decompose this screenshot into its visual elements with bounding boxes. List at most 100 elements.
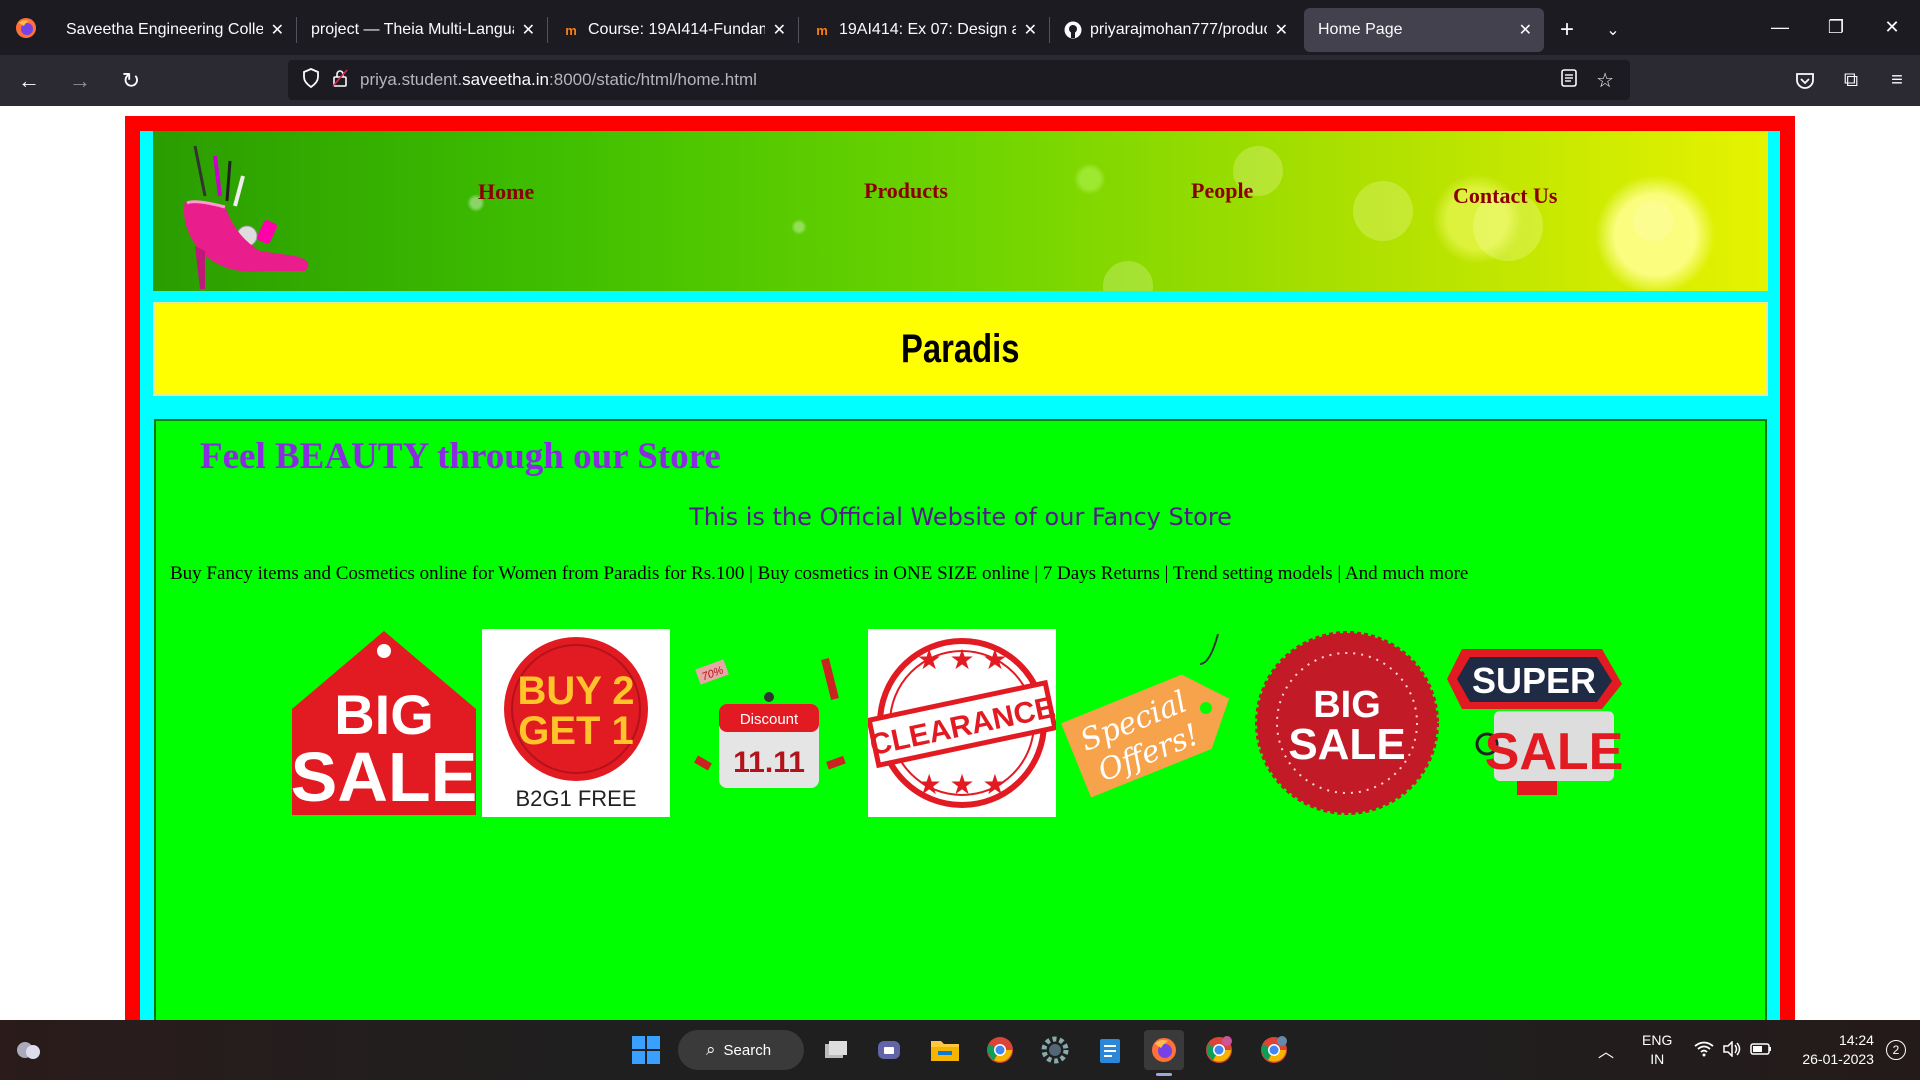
nav-home[interactable]: Home bbox=[478, 179, 534, 205]
site-title: Paradis bbox=[901, 326, 1020, 371]
clock-date: 26-01-2023 bbox=[1802, 1051, 1874, 1067]
clearance-stamp-image: ★ ★ ★ ★ ★ ★ CLEARANCE bbox=[868, 629, 1056, 817]
badge-text: SALE bbox=[1288, 720, 1405, 769]
badge-text: SALE bbox=[1485, 723, 1624, 781]
heels-cosmetics-logo bbox=[184, 145, 309, 289]
notification-count-badge[interactable]: 2 bbox=[1885, 1040, 1906, 1060]
main-content: Feel BEAUTY through our Store This is th… bbox=[154, 419, 1767, 1020]
chrome-profile-icon[interactable] bbox=[1254, 1030, 1294, 1070]
pocket-icon[interactable] bbox=[1782, 61, 1828, 101]
shield-icon[interactable] bbox=[302, 67, 320, 93]
tab-title: Home Page bbox=[1318, 21, 1403, 38]
badge-text: BUY 2 bbox=[517, 669, 634, 713]
list-all-tabs-icon[interactable]: ⌄ bbox=[1590, 8, 1636, 52]
nav-people[interactable]: People bbox=[1191, 178, 1253, 204]
site-header: Home Products People Contact Us bbox=[153, 131, 1768, 291]
clock[interactable]: 14:24 26-01-2023 bbox=[1802, 1031, 1874, 1069]
system-tray: ︿ ENG IN 14:24 26-01-2023 2 bbox=[1598, 1020, 1906, 1080]
super-sale-image: SUPER SALE bbox=[1442, 629, 1630, 817]
battery-icon[interactable] bbox=[1750, 1042, 1772, 1059]
badge-text: B2G1 FREE bbox=[515, 786, 636, 811]
github-icon bbox=[1064, 21, 1082, 39]
discount-calendar-image: 70% Discount 11.11 bbox=[675, 629, 863, 817]
close-tab-icon[interactable]: ✕ bbox=[1275, 20, 1288, 40]
badge-text: 11.11 bbox=[733, 746, 805, 779]
task-view-icon[interactable] bbox=[816, 1030, 856, 1070]
weather-widget-icon[interactable] bbox=[8, 1030, 48, 1070]
taskbar-search-label: Search bbox=[723, 1041, 772, 1059]
browser-tab-bar: Saveetha Engineering College ✕ project —… bbox=[0, 0, 1920, 55]
back-icon[interactable]: ← bbox=[7, 61, 51, 101]
chrome-icon[interactable] bbox=[980, 1030, 1020, 1070]
big-sale-seal-image: BIG SALE bbox=[1253, 629, 1441, 817]
close-tab-icon[interactable]: ✕ bbox=[1024, 20, 1037, 40]
restore-icon[interactable]: ❐ bbox=[1808, 0, 1864, 55]
region-code: IN bbox=[1650, 1051, 1665, 1067]
app-menu-icon[interactable]: ≡ bbox=[1874, 61, 1920, 101]
close-tab-icon[interactable]: ✕ bbox=[271, 20, 284, 40]
sub-heading: This is the Official Website of our Fanc… bbox=[689, 503, 1232, 531]
browser-tab-active[interactable]: Home Page ✕ bbox=[1304, 8, 1544, 52]
browser-nav-bar: ← → ↻ priya.student.saveetha.in:8000/sta… bbox=[0, 55, 1920, 106]
badge-text: BIG bbox=[334, 683, 434, 746]
show-hidden-icons-icon[interactable]: ︿ bbox=[1598, 1038, 1614, 1062]
badge-text: SUPER bbox=[1472, 660, 1596, 701]
teams-chat-icon[interactable] bbox=[870, 1030, 910, 1070]
search-icon: ⌕ bbox=[706, 1040, 716, 1059]
browser-tab[interactable]: project — Theia Multi-Language ✕ bbox=[297, 8, 547, 52]
taskbar-search[interactable]: ⌕ Search bbox=[678, 1030, 804, 1070]
forward-icon[interactable]: → bbox=[58, 61, 102, 101]
close-tab-icon[interactable]: ✕ bbox=[1519, 20, 1532, 40]
reader-view-icon[interactable] bbox=[1560, 68, 1578, 92]
extensions-icon[interactable]: ⧉ bbox=[1828, 61, 1874, 101]
tab-title: Saveetha Engineering College bbox=[66, 21, 263, 38]
browser-tab[interactable]: m 19AI414: Ex 07: Design a We ✕ bbox=[799, 8, 1049, 52]
close-tab-icon[interactable]: ✕ bbox=[522, 20, 535, 40]
badge-text: Discount bbox=[740, 711, 799, 728]
browser-tab[interactable]: priyarajmohan777/productw ✕ bbox=[1050, 8, 1300, 52]
language-code: ENG bbox=[1642, 1032, 1673, 1048]
windows-start-icon[interactable] bbox=[626, 1030, 666, 1070]
buy2get1-image: BUY 2 GET 1 B2G1 FREE bbox=[482, 629, 670, 817]
clock-time: 14:24 bbox=[1838, 1032, 1874, 1048]
tab-title: priyarajmohan777/productw bbox=[1090, 21, 1267, 38]
special-offers-tag-image: Special Offers! bbox=[1060, 629, 1248, 817]
address-bar[interactable]: priya.student.saveetha.in:8000/static/ht… bbox=[288, 60, 1630, 100]
settings-gear-icon[interactable] bbox=[1035, 1030, 1075, 1070]
moodle-icon: m bbox=[816, 22, 828, 38]
new-tab-icon[interactable]: + bbox=[1544, 8, 1590, 52]
svg-text:★ ★ ★: ★ ★ ★ bbox=[917, 769, 1008, 800]
store-description: Buy Fancy items and Cosmetics online for… bbox=[170, 563, 1469, 584]
close-tab-icon[interactable]: ✕ bbox=[773, 20, 786, 40]
url-text: priya.student.saveetha.in:8000/static/ht… bbox=[360, 70, 757, 89]
toolbar-right: ⧉ ≡ bbox=[1782, 55, 1920, 106]
close-window-icon[interactable]: ✕ bbox=[1864, 0, 1920, 55]
tab-title: Course: 19AI414-Fundament bbox=[588, 21, 765, 38]
minimize-icon[interactable]: — bbox=[1752, 0, 1808, 55]
tab-title: 19AI414: Ex 07: Design a We bbox=[839, 21, 1016, 38]
language-indicator[interactable]: ENG IN bbox=[1642, 1031, 1672, 1069]
chrome-profile-icon[interactable] bbox=[1199, 1030, 1239, 1070]
nav-products[interactable]: Products bbox=[864, 178, 948, 204]
volume-icon[interactable] bbox=[1722, 1039, 1742, 1060]
window-controls: — ❐ ✕ bbox=[1752, 0, 1920, 55]
lock-icon[interactable] bbox=[332, 68, 348, 92]
offer-images-row: BIG SALE BUY 2 GET 1 B2G1 FREE 70% Disco… bbox=[290, 629, 1630, 817]
nav-contact-us[interactable]: Contact Us bbox=[1453, 183, 1558, 209]
windows-taskbar: ⌕ Search ︿ ENG IN 14:24 26-01-2023 2 bbox=[0, 1020, 1920, 1080]
main-heading: Feel BEAUTY through our Store bbox=[200, 436, 721, 477]
active-indicator bbox=[1156, 1073, 1172, 1076]
web-page: Home Products People Contact Us Paradis … bbox=[0, 106, 1920, 1020]
file-explorer-icon[interactable] bbox=[925, 1030, 965, 1070]
firefox-menu-icon[interactable] bbox=[0, 0, 52, 55]
wifi-icon[interactable] bbox=[1694, 1041, 1714, 1060]
browser-tab[interactable]: Saveetha Engineering College ✕ bbox=[52, 8, 296, 52]
site-title-banner: Paradis bbox=[153, 302, 1768, 396]
notepad-icon[interactable] bbox=[1090, 1030, 1130, 1070]
browser-tab[interactable]: m Course: 19AI414-Fundament ✕ bbox=[548, 8, 798, 52]
firefox-taskbar-icon[interactable] bbox=[1144, 1030, 1184, 1076]
bookmark-star-icon[interactable]: ☆ bbox=[1596, 68, 1614, 93]
reload-icon[interactable]: ↻ bbox=[109, 61, 153, 101]
badge-text: GET 1 bbox=[518, 709, 634, 753]
badge-text: SALE bbox=[291, 738, 478, 816]
